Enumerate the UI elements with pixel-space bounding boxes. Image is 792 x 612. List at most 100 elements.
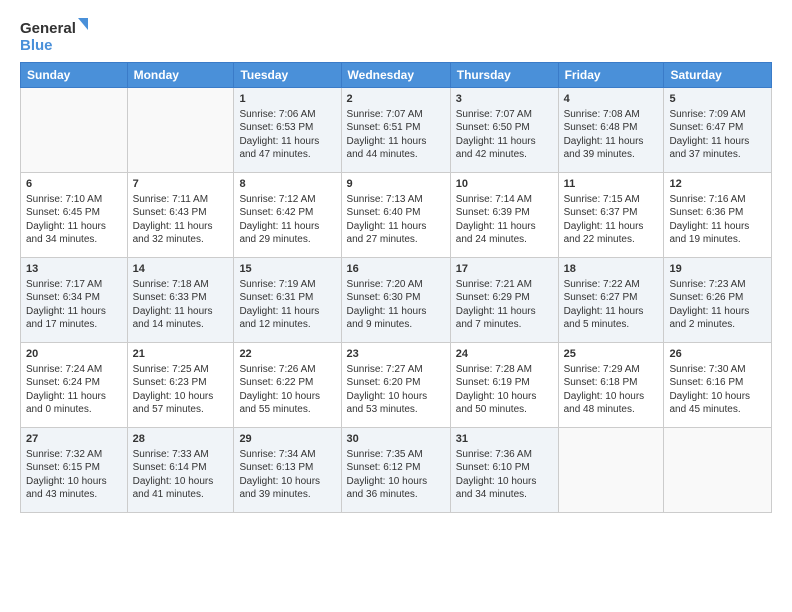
day-info: Sunrise: 7:11 AM Sunset: 6:43 PM Dayligh… xyxy=(133,193,229,247)
day-info: Sunrise: 7:12 AM Sunset: 6:42 PM Dayligh… xyxy=(239,193,335,247)
day-info: Sunrise: 7:20 AM Sunset: 6:30 PM Dayligh… xyxy=(347,278,445,332)
day-header-sunday: Sunday xyxy=(21,63,128,88)
day-info: Sunrise: 7:21 AM Sunset: 6:29 PM Dayligh… xyxy=(456,278,553,332)
day-number: 29 xyxy=(239,432,335,447)
week-row-1: 6Sunrise: 7:10 AM Sunset: 6:45 PM Daylig… xyxy=(21,173,772,258)
calendar-cell: 2Sunrise: 7:07 AM Sunset: 6:51 PM Daylig… xyxy=(341,88,450,173)
day-header-saturday: Saturday xyxy=(664,63,772,88)
day-header-wednesday: Wednesday xyxy=(341,63,450,88)
day-number: 16 xyxy=(347,262,445,277)
day-info: Sunrise: 7:16 AM Sunset: 6:36 PM Dayligh… xyxy=(669,193,766,247)
week-row-4: 27Sunrise: 7:32 AM Sunset: 6:15 PM Dayli… xyxy=(21,428,772,513)
calendar-cell: 16Sunrise: 7:20 AM Sunset: 6:30 PM Dayli… xyxy=(341,258,450,343)
week-row-3: 20Sunrise: 7:24 AM Sunset: 6:24 PM Dayli… xyxy=(21,343,772,428)
day-info: Sunrise: 7:23 AM Sunset: 6:26 PM Dayligh… xyxy=(669,278,766,332)
day-info: Sunrise: 7:26 AM Sunset: 6:22 PM Dayligh… xyxy=(239,363,335,417)
day-info: Sunrise: 7:27 AM Sunset: 6:20 PM Dayligh… xyxy=(347,363,445,417)
svg-text:General: General xyxy=(20,20,76,37)
day-info: Sunrise: 7:13 AM Sunset: 6:40 PM Dayligh… xyxy=(347,193,445,247)
day-number: 25 xyxy=(564,347,659,362)
day-info: Sunrise: 7:06 AM Sunset: 6:53 PM Dayligh… xyxy=(239,108,335,162)
day-number: 26 xyxy=(669,347,766,362)
logo: General Blue xyxy=(20,16,90,56)
day-header-friday: Friday xyxy=(558,63,664,88)
day-info: Sunrise: 7:18 AM Sunset: 6:33 PM Dayligh… xyxy=(133,278,229,332)
day-number: 17 xyxy=(456,262,553,277)
calendar-cell: 5Sunrise: 7:09 AM Sunset: 6:47 PM Daylig… xyxy=(664,88,772,173)
calendar-cell xyxy=(21,88,128,173)
day-info: Sunrise: 7:36 AM Sunset: 6:10 PM Dayligh… xyxy=(456,448,553,502)
calendar-cell: 6Sunrise: 7:10 AM Sunset: 6:45 PM Daylig… xyxy=(21,173,128,258)
day-number: 20 xyxy=(26,347,122,362)
page: General Blue SundayMondayTuesdayWednesda… xyxy=(0,0,792,523)
day-header-thursday: Thursday xyxy=(450,63,558,88)
day-number: 10 xyxy=(456,177,553,192)
calendar-cell: 18Sunrise: 7:22 AM Sunset: 6:27 PM Dayli… xyxy=(558,258,664,343)
calendar-cell: 4Sunrise: 7:08 AM Sunset: 6:48 PM Daylig… xyxy=(558,88,664,173)
day-number: 15 xyxy=(239,262,335,277)
week-row-2: 13Sunrise: 7:17 AM Sunset: 6:34 PM Dayli… xyxy=(21,258,772,343)
calendar-cell: 23Sunrise: 7:27 AM Sunset: 6:20 PM Dayli… xyxy=(341,343,450,428)
calendar-header-row: SundayMondayTuesdayWednesdayThursdayFrid… xyxy=(21,63,772,88)
day-number: 1 xyxy=(239,92,335,107)
day-number: 24 xyxy=(456,347,553,362)
day-number: 8 xyxy=(239,177,335,192)
calendar-cell: 17Sunrise: 7:21 AM Sunset: 6:29 PM Dayli… xyxy=(450,258,558,343)
calendar-cell: 26Sunrise: 7:30 AM Sunset: 6:16 PM Dayli… xyxy=(664,343,772,428)
calendar-cell: 21Sunrise: 7:25 AM Sunset: 6:23 PM Dayli… xyxy=(127,343,234,428)
calendar-cell: 20Sunrise: 7:24 AM Sunset: 6:24 PM Dayli… xyxy=(21,343,128,428)
day-info: Sunrise: 7:09 AM Sunset: 6:47 PM Dayligh… xyxy=(669,108,766,162)
calendar-cell: 15Sunrise: 7:19 AM Sunset: 6:31 PM Dayli… xyxy=(234,258,341,343)
day-number: 21 xyxy=(133,347,229,362)
day-number: 2 xyxy=(347,92,445,107)
calendar-cell: 25Sunrise: 7:29 AM Sunset: 6:18 PM Dayli… xyxy=(558,343,664,428)
day-info: Sunrise: 7:28 AM Sunset: 6:19 PM Dayligh… xyxy=(456,363,553,417)
day-number: 28 xyxy=(133,432,229,447)
calendar-cell: 7Sunrise: 7:11 AM Sunset: 6:43 PM Daylig… xyxy=(127,173,234,258)
calendar-cell: 28Sunrise: 7:33 AM Sunset: 6:14 PM Dayli… xyxy=(127,428,234,513)
calendar-cell: 1Sunrise: 7:06 AM Sunset: 6:53 PM Daylig… xyxy=(234,88,341,173)
day-info: Sunrise: 7:24 AM Sunset: 6:24 PM Dayligh… xyxy=(26,363,122,417)
day-info: Sunrise: 7:35 AM Sunset: 6:12 PM Dayligh… xyxy=(347,448,445,502)
day-info: Sunrise: 7:07 AM Sunset: 6:50 PM Dayligh… xyxy=(456,108,553,162)
calendar-cell: 29Sunrise: 7:34 AM Sunset: 6:13 PM Dayli… xyxy=(234,428,341,513)
day-info: Sunrise: 7:33 AM Sunset: 6:14 PM Dayligh… xyxy=(133,448,229,502)
calendar-cell: 30Sunrise: 7:35 AM Sunset: 6:12 PM Dayli… xyxy=(341,428,450,513)
calendar-cell: 31Sunrise: 7:36 AM Sunset: 6:10 PM Dayli… xyxy=(450,428,558,513)
day-number: 18 xyxy=(564,262,659,277)
day-header-monday: Monday xyxy=(127,63,234,88)
day-info: Sunrise: 7:10 AM Sunset: 6:45 PM Dayligh… xyxy=(26,193,122,247)
day-info: Sunrise: 7:22 AM Sunset: 6:27 PM Dayligh… xyxy=(564,278,659,332)
day-number: 14 xyxy=(133,262,229,277)
day-number: 31 xyxy=(456,432,553,447)
calendar: SundayMondayTuesdayWednesdayThursdayFrid… xyxy=(20,62,772,513)
calendar-cell: 13Sunrise: 7:17 AM Sunset: 6:34 PM Dayli… xyxy=(21,258,128,343)
day-number: 12 xyxy=(669,177,766,192)
svg-text:Blue: Blue xyxy=(20,37,53,54)
calendar-cell: 19Sunrise: 7:23 AM Sunset: 6:26 PM Dayli… xyxy=(664,258,772,343)
logo-svg: General Blue xyxy=(20,16,90,56)
calendar-cell: 24Sunrise: 7:28 AM Sunset: 6:19 PM Dayli… xyxy=(450,343,558,428)
day-number: 11 xyxy=(564,177,659,192)
day-number: 13 xyxy=(26,262,122,277)
calendar-cell xyxy=(558,428,664,513)
day-info: Sunrise: 7:32 AM Sunset: 6:15 PM Dayligh… xyxy=(26,448,122,502)
calendar-cell: 10Sunrise: 7:14 AM Sunset: 6:39 PM Dayli… xyxy=(450,173,558,258)
day-info: Sunrise: 7:15 AM Sunset: 6:37 PM Dayligh… xyxy=(564,193,659,247)
calendar-cell: 3Sunrise: 7:07 AM Sunset: 6:50 PM Daylig… xyxy=(450,88,558,173)
day-number: 5 xyxy=(669,92,766,107)
day-header-tuesday: Tuesday xyxy=(234,63,341,88)
day-number: 19 xyxy=(669,262,766,277)
day-info: Sunrise: 7:07 AM Sunset: 6:51 PM Dayligh… xyxy=(347,108,445,162)
day-number: 3 xyxy=(456,92,553,107)
day-number: 27 xyxy=(26,432,122,447)
day-info: Sunrise: 7:17 AM Sunset: 6:34 PM Dayligh… xyxy=(26,278,122,332)
day-number: 4 xyxy=(564,92,659,107)
day-number: 9 xyxy=(347,177,445,192)
day-info: Sunrise: 7:25 AM Sunset: 6:23 PM Dayligh… xyxy=(133,363,229,417)
day-info: Sunrise: 7:34 AM Sunset: 6:13 PM Dayligh… xyxy=(239,448,335,502)
day-info: Sunrise: 7:19 AM Sunset: 6:31 PM Dayligh… xyxy=(239,278,335,332)
calendar-cell: 27Sunrise: 7:32 AM Sunset: 6:15 PM Dayli… xyxy=(21,428,128,513)
week-row-0: 1Sunrise: 7:06 AM Sunset: 6:53 PM Daylig… xyxy=(21,88,772,173)
day-number: 22 xyxy=(239,347,335,362)
